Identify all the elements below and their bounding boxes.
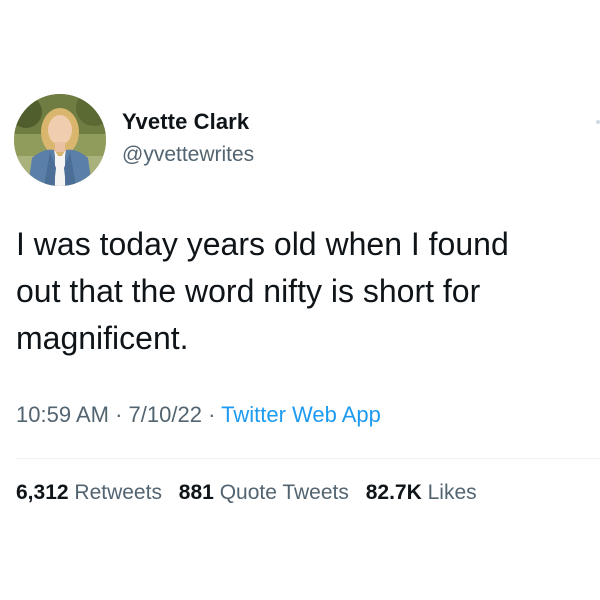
retweets-count: 6,312: [16, 481, 69, 504]
retweets-stat[interactable]: 6,312 Retweets: [16, 481, 162, 504]
quote-tweets-label: Quote Tweets: [219, 481, 349, 504]
likes-count: 82.7K: [365, 481, 422, 504]
likes-label: Likes: [427, 481, 477, 504]
quote-tweets-stat[interactable]: 881 Quote Tweets: [179, 481, 349, 504]
tweet-text: I was today years old when I found out t…: [16, 226, 509, 356]
author-display-name[interactable]: Yvette Clark: [122, 109, 249, 135]
tweet-source-link[interactable]: Twitter Web App: [221, 402, 381, 427]
meta-separator: ·: [115, 402, 123, 427]
quote-tweets-count: 881: [178, 481, 214, 504]
avatar-photo-icon: [14, 94, 106, 186]
retweets-label: Retweets: [74, 481, 162, 504]
likes-stat[interactable]: 82.7K Likes: [366, 481, 477, 504]
tweet-metadata: 10:59 AM · 7/10/22 · Twitter Web App: [16, 402, 381, 428]
tweet-date[interactable]: 7/10/22: [129, 402, 202, 427]
tweet-time[interactable]: 10:59 AM: [16, 402, 109, 427]
divider: [16, 458, 600, 459]
avatar[interactable]: [14, 94, 106, 186]
author-handle[interactable]: @yvettewrites: [122, 143, 254, 167]
more-options-icon[interactable]: [596, 120, 600, 124]
tweet-card: Yvette Clark @yvettewrites I was today y…: [0, 0, 600, 600]
meta-separator: ·: [208, 402, 216, 427]
engagement-stats: 6,312 Retweets 881 Quote Tweets 82.7K Li…: [16, 481, 488, 505]
